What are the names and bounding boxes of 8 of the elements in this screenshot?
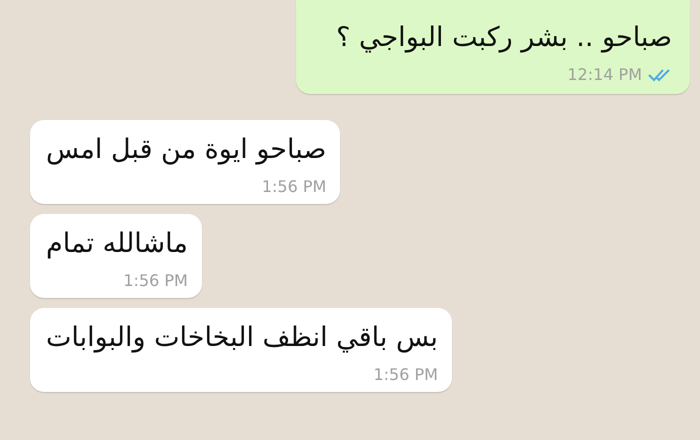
message-time: 1:56 PM [123,271,188,290]
message-time: 1:56 PM [262,177,326,196]
message-time: 12:14 PM [567,65,642,84]
message-text: ماشالله تمام [46,228,188,259]
message-text: صباحو .. بشر ركبت البواجي ؟ [336,22,672,53]
message-time: 1:56 PM [373,365,438,384]
message-text: صباحو ايوة من قبل امس [46,134,326,165]
message-text: بس باقي انظف البخاخات والبوابات [46,322,438,353]
